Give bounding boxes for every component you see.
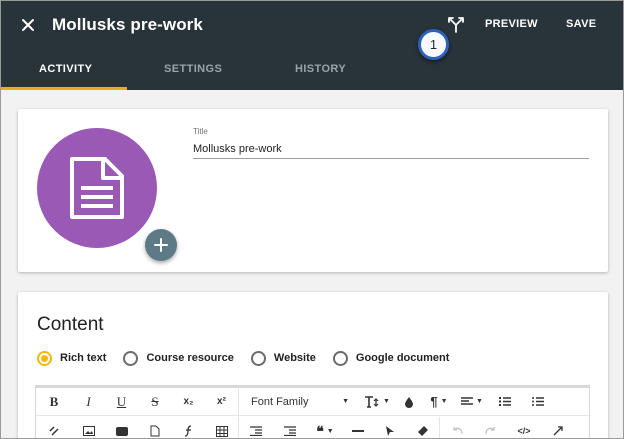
top-app-bar: Mollusks pre-work 1 PREVIEW SAVE ACTIVIT… <box>1 1 623 90</box>
plus-icon <box>154 238 168 252</box>
option-rich-text[interactable]: Rich text <box>37 350 107 366</box>
font-family-label: Font Family <box>251 395 309 408</box>
option-label: Course resource <box>146 352 234 364</box>
clear-formatting-button[interactable] <box>407 417 439 438</box>
pointer-icon <box>386 426 394 436</box>
close-icon <box>22 19 34 31</box>
preview-button[interactable]: PREVIEW <box>485 18 538 30</box>
link-icon <box>49 426 59 436</box>
strikethrough-button[interactable]: S <box>138 388 172 416</box>
save-button[interactable]: SAVE <box>566 18 596 30</box>
color-drop-icon <box>405 396 413 408</box>
blockquote-button[interactable]: ❝ ▼ <box>307 417 343 439</box>
bullet-list-button[interactable] <box>521 388 555 416</box>
title-input[interactable] <box>193 139 589 159</box>
tab-activity[interactable]: ACTIVITY <box>39 63 92 75</box>
tab-settings[interactable]: SETTINGS <box>164 63 222 75</box>
undo-button[interactable] <box>440 417 474 438</box>
indent-icon <box>284 426 296 436</box>
image-icon <box>82 426 95 436</box>
option-website[interactable]: Website <box>250 350 316 366</box>
editor-toolbar-row-2: ❝ ▼ </> <box>36 417 591 439</box>
paragraph-icon: ¶ <box>430 394 438 409</box>
caret-down-icon: ▼ <box>342 398 349 405</box>
details-card: Title <box>18 109 608 272</box>
font-size-button[interactable]: ▼ <box>359 388 395 416</box>
bold-button[interactable]: B <box>36 388 72 416</box>
indent-button[interactable] <box>273 417 307 438</box>
merge-button[interactable] <box>447 16 465 34</box>
link-button[interactable] <box>36 417 72 438</box>
caret-down-icon: ▼ <box>326 427 334 435</box>
subscript-button[interactable]: x₂ <box>172 388 205 416</box>
paragraph-button[interactable]: ¶ ▼ <box>423 388 455 416</box>
activity-editor-window: Mollusks pre-work 1 PREVIEW SAVE ACTIVIT… <box>0 0 624 439</box>
video-button[interactable] <box>105 417 138 438</box>
undo-icon <box>453 427 463 435</box>
outdent-icon <box>250 426 262 436</box>
rich-text-editor: B I U S x₂ x² Font Family ▼ ▼ ¶ ▼ ▼ ❝ ▼ … <box>35 385 591 439</box>
option-course-resource[interactable]: Course resource <box>123 350 234 366</box>
file-icon <box>150 425 160 437</box>
text-size-icon <box>365 395 379 408</box>
caret-down-icon: ▼ <box>476 398 483 405</box>
image-button[interactable] <box>72 417 105 438</box>
table-icon <box>215 425 228 437</box>
numbered-list-button[interactable] <box>489 388 521 416</box>
horizontal-rule-icon <box>352 430 364 432</box>
code-icon: </> <box>517 426 531 436</box>
radio-unselected-icon <box>250 350 266 366</box>
underline-button[interactable]: U <box>105 388 138 416</box>
document-icon <box>70 157 124 219</box>
add-image-button[interactable] <box>145 229 177 261</box>
table-button[interactable] <box>205 417 238 438</box>
title-field-label: Title <box>193 127 208 136</box>
option-google-document[interactable]: Google document <box>332 350 450 366</box>
expand-icon <box>553 426 563 436</box>
video-icon <box>115 426 128 436</box>
text-color-button[interactable] <box>395 388 423 416</box>
bullet-list-icon <box>532 397 544 406</box>
editor-toolbar-row-1: B I U S x₂ x² Font Family ▼ ▼ ¶ ▼ ▼ <box>36 387 591 416</box>
source-code-button[interactable]: </> <box>508 417 540 438</box>
active-tab-indicator <box>1 87 127 90</box>
caret-down-icon: ▼ <box>440 398 448 405</box>
activity-avatar[interactable] <box>37 128 157 248</box>
page-title: Mollusks pre-work <box>52 15 203 34</box>
font-family-select[interactable]: Font Family ▼ <box>239 388 359 416</box>
quote-icon: ❝ <box>316 422 324 439</box>
file-button[interactable] <box>138 417 172 438</box>
italic-button[interactable]: I <box>72 388 105 416</box>
numbered-list-icon <box>499 397 511 406</box>
tab-history[interactable]: HISTORY <box>295 63 346 75</box>
option-label: Google document <box>355 352 450 364</box>
option-label: Rich text <box>60 352 107 364</box>
close-button[interactable] <box>18 15 38 35</box>
redo-button[interactable] <box>474 417 508 438</box>
content-card: Content Rich text Course resource Websit… <box>18 292 608 439</box>
option-label: Website <box>273 352 316 364</box>
call-merge-icon <box>448 17 464 33</box>
eraser-icon <box>418 426 428 436</box>
caret-down-icon: ▼ <box>383 398 390 405</box>
function-icon <box>184 425 191 437</box>
align-left-icon <box>461 396 474 405</box>
content-type-options: Rich text Course resource Website Google… <box>37 350 466 366</box>
superscript-button[interactable]: x² <box>205 388 238 416</box>
radio-selected-icon <box>37 350 52 366</box>
redo-icon <box>485 427 495 435</box>
step-badge: 1 <box>418 29 449 60</box>
align-button[interactable]: ▼ <box>455 388 489 416</box>
highlight-button[interactable] <box>373 417 407 438</box>
radio-unselected-icon <box>123 350 139 366</box>
outdent-button[interactable] <box>239 417 273 438</box>
formula-button[interactable] <box>172 417 205 438</box>
horizontal-rule-button[interactable] <box>343 417 373 438</box>
radio-unselected-icon <box>332 350 348 366</box>
content-heading: Content <box>37 314 104 335</box>
fullscreen-button[interactable] <box>540 417 576 438</box>
